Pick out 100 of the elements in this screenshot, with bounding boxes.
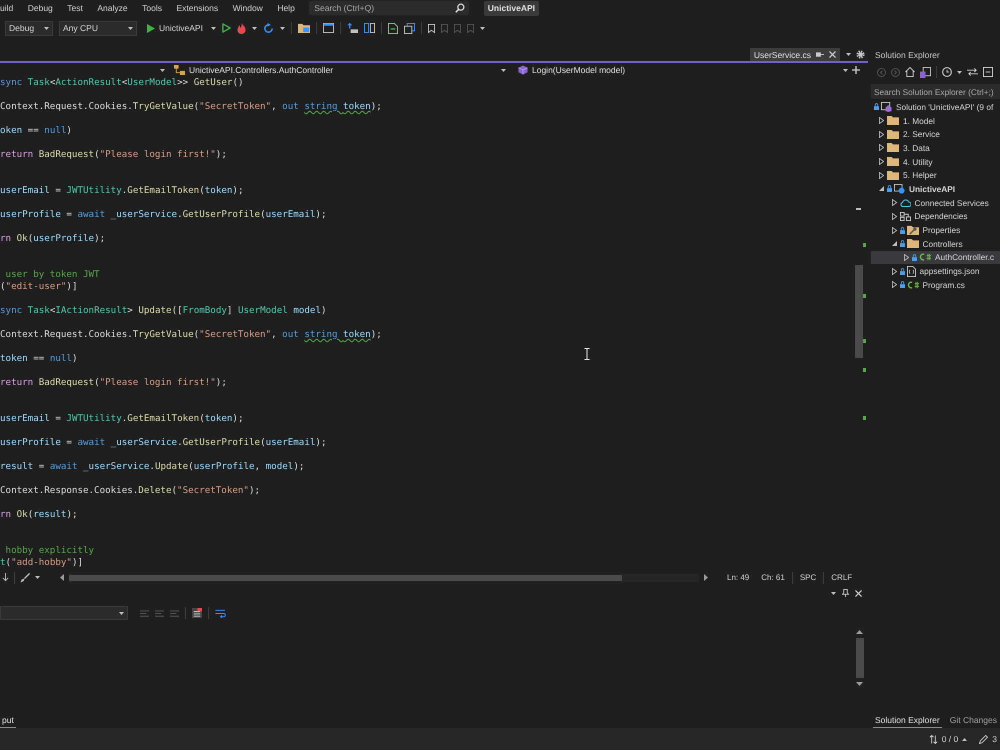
folder-icon[interactable] [298, 23, 310, 33]
edits-button[interactable]: 3 [979, 731, 997, 747]
close-icon[interactable] [829, 51, 836, 58]
columns-icon[interactable] [364, 23, 375, 33]
menu-item[interactable]: Test [67, 1, 83, 15]
caret-icon[interactable] [846, 53, 851, 56]
member-dropdown[interactable]: Login(UserModel model) [510, 63, 852, 77]
horizontal-scrollbar[interactable] [69, 574, 699, 582]
scrollbar-thumb[interactable] [69, 574, 622, 580]
type-dropdown[interactable]: UnictiveAPI.Controllers.AuthController [168, 63, 510, 77]
column-indicator[interactable]: Ch: 61 [759, 573, 787, 582]
play-outline-icon[interactable] [222, 23, 231, 33]
scrollbar-thumb[interactable] [856, 638, 864, 678]
documents-icon[interactable] [920, 66, 931, 78]
expander-icon[interactable] [879, 158, 884, 166]
lines-icon[interactable] [170, 610, 179, 616]
menu-item[interactable]: Extensions [176, 1, 218, 15]
tree-item[interactable]: appsettings.json [871, 264, 1000, 278]
caret-icon [119, 612, 124, 614]
caret-icon[interactable] [35, 576, 40, 579]
expander-icon[interactable] [879, 117, 884, 124]
pending-changes-button[interactable]: 0 / 0 [928, 731, 968, 747]
editor-tab[interactable]: UserService.cs [750, 48, 840, 61]
tree-item[interactable]: 3. Data [871, 141, 1000, 155]
arrow-bar-icon[interactable] [346, 23, 358, 33]
caret-icon[interactable] [480, 26, 485, 30]
expander-icon[interactable] [892, 199, 896, 206]
caret-icon[interactable] [252, 26, 257, 30]
menu-item[interactable]: uild [0, 1, 14, 15]
scroll-down-icon[interactable] [856, 682, 863, 686]
search-field[interactable]: Search (Ctrl+Q) [309, 1, 470, 15]
menu-item[interactable]: Window [232, 1, 263, 15]
wrap-icon[interactable] [215, 608, 226, 618]
settings-icon[interactable] [856, 50, 865, 59]
scroll-left-icon[interactable] [60, 574, 64, 581]
window-cube-icon [881, 102, 892, 112]
tree-item[interactable]: Properties [871, 223, 1000, 237]
menu-item[interactable]: Help [277, 1, 295, 15]
configuration-dropdown[interactable]: Debug [5, 20, 53, 36]
lines-icon[interactable] [155, 610, 164, 616]
menu-item[interactable]: Debug [28, 1, 53, 15]
expander-icon[interactable] [892, 226, 896, 234]
scrollbar-thumb[interactable] [855, 265, 863, 358]
tree-item[interactable]: Dependencies [871, 210, 1000, 224]
expander-icon[interactable] [892, 212, 896, 220]
tree-item[interactable]: Solution 'UnictiveAPI' (9 of [871, 100, 1000, 114]
tree-item[interactable]: Controllers [871, 236, 1000, 251]
tree-item[interactable]: 1. Model [871, 114, 1000, 128]
caret-icon[interactable] [280, 26, 285, 30]
expander-icon[interactable] [879, 186, 884, 192]
menu-item[interactable]: Tools [142, 1, 162, 15]
tree-item[interactable]: Program.cs [871, 278, 1000, 292]
home-icon[interactable] [905, 67, 915, 77]
swap-arrows-icon[interactable] [967, 68, 978, 76]
brush-icon[interactable] [20, 572, 30, 582]
line-endings-indicator[interactable]: CRLF [829, 573, 854, 582]
arrow-down-icon[interactable] [2, 573, 9, 582]
pin-icon[interactable] [842, 589, 849, 597]
caret-icon[interactable] [957, 70, 962, 74]
expander-icon[interactable] [879, 144, 884, 152]
scroll-up-icon[interactable] [856, 630, 863, 634]
panel-tab[interactable]: Git Changes [948, 712, 999, 728]
document-icon[interactable] [388, 22, 398, 34]
expander-icon[interactable] [892, 281, 896, 288]
plus-icon[interactable] [852, 66, 860, 74]
close-icon[interactable] [855, 590, 862, 596]
indentation-indicator[interactable]: SPC [798, 573, 818, 582]
search-icon[interactable] [455, 3, 466, 13]
refresh-icon[interactable] [262, 22, 274, 34]
lines-icon[interactable] [140, 610, 149, 616]
tree-item[interactable]: UnictiveAPI [871, 182, 1000, 196]
line-indicator[interactable]: Ln: 49 [725, 573, 752, 582]
caret-icon[interactable] [831, 592, 836, 594]
tree-item[interactable]: 2. Service [871, 127, 1000, 142]
platform-dropdown[interactable]: Any CPU [59, 20, 137, 36]
expander-icon[interactable] [904, 254, 909, 261]
collapse-icon[interactable] [983, 67, 993, 77]
caret-icon[interactable] [210, 26, 216, 30]
start-button[interactable]: UnictiveAPI [145, 20, 205, 36]
tree-item[interactable]: 5. Helper [871, 168, 1000, 182]
clock-icon[interactable] [942, 67, 952, 77]
tree-item[interactable]: Connected Services [871, 196, 1000, 210]
clear-icon[interactable] [192, 608, 202, 618]
expander-icon[interactable] [879, 130, 884, 138]
flame-icon[interactable] [236, 22, 246, 34]
search-field[interactable]: Search Solution Explorer (Ctrl+;) [871, 84, 1000, 99]
caret-icon [962, 738, 968, 740]
scroll-right-icon[interactable] [704, 574, 708, 581]
tree-item[interactable]: AuthController.c [871, 250, 1000, 264]
expander-icon[interactable] [892, 268, 896, 275]
code-line: rn Ok(result); [0, 509, 78, 521]
caret-icon [843, 68, 848, 72]
documents-icon[interactable] [404, 22, 415, 34]
tree-item[interactable]: 4. Utility [871, 154, 1000, 168]
expander-icon[interactable] [879, 172, 884, 179]
pin-icon[interactable] [816, 51, 824, 58]
window-icon[interactable] [322, 23, 334, 33]
expander-icon[interactable] [892, 241, 896, 246]
menu-item[interactable]: Analyze [97, 1, 128, 15]
caret-icon[interactable] [160, 68, 165, 72]
